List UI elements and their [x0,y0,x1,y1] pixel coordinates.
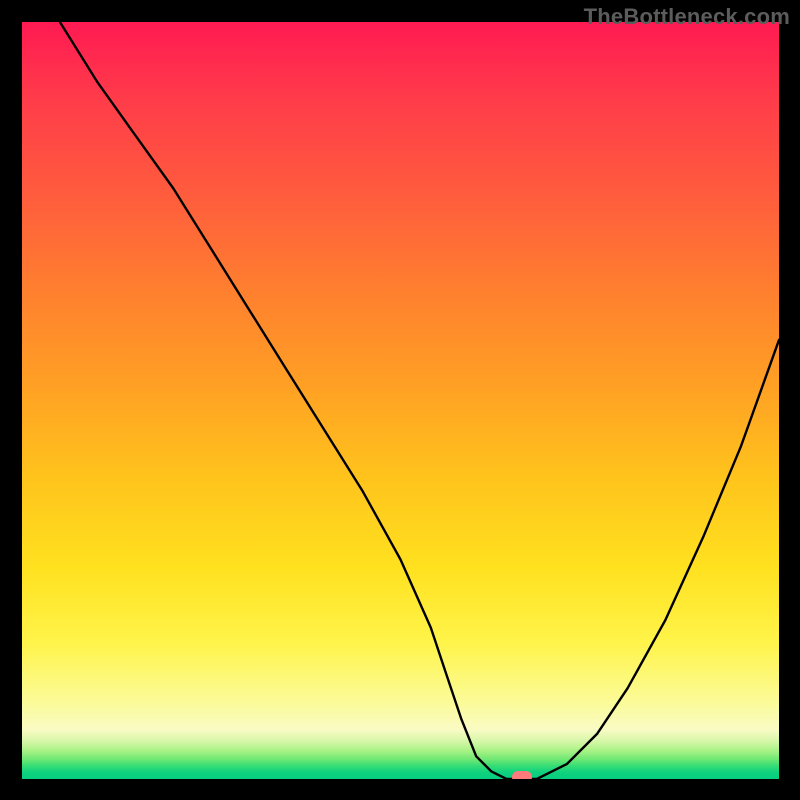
bottleneck-curve [22,22,779,779]
plot-area [22,22,779,779]
chart-frame: TheBottleneck.com [0,0,800,800]
optimal-marker [512,771,532,779]
watermark-text: TheBottleneck.com [584,4,790,30]
curve-path [60,22,779,779]
